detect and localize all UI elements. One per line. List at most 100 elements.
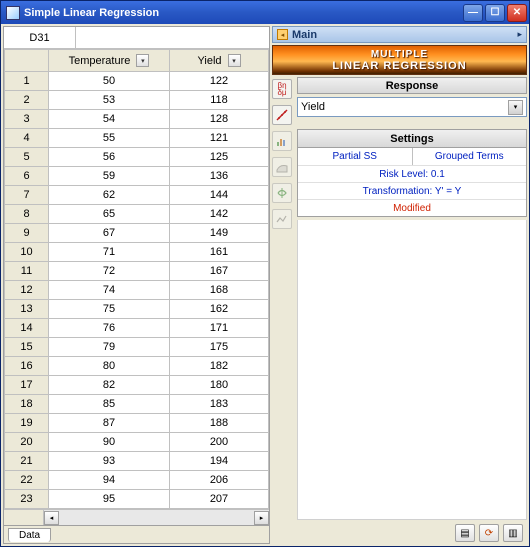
row-header[interactable]: 4 <box>5 129 49 148</box>
table-row[interactable]: 1680182 <box>5 357 269 376</box>
cell-yield[interactable]: 149 <box>170 224 269 243</box>
table-row[interactable]: 1885183 <box>5 395 269 414</box>
column-header-temperature[interactable]: Temperature ▾ <box>49 50 170 72</box>
scroll-right-button[interactable]: ▸ <box>254 511 269 525</box>
cell-temperature[interactable]: 90 <box>49 433 170 452</box>
row-header[interactable]: 6 <box>5 167 49 186</box>
cell-temperature[interactable]: 62 <box>49 186 170 205</box>
table-row[interactable]: 354128 <box>5 110 269 129</box>
cell-yield[interactable]: 183 <box>170 395 269 414</box>
cell-temperature[interactable]: 55 <box>49 129 170 148</box>
cell-temperature[interactable]: 72 <box>49 262 170 281</box>
cell-temperature[interactable]: 54 <box>49 110 170 129</box>
table-row[interactable]: 659136 <box>5 167 269 186</box>
cell-temperature[interactable]: 87 <box>49 414 170 433</box>
cell-temperature[interactable]: 67 <box>49 224 170 243</box>
cell-temperature[interactable]: 80 <box>49 357 170 376</box>
cell-yield[interactable]: 118 <box>170 91 269 110</box>
partial-ss-link[interactable]: Partial SS <box>298 148 412 165</box>
table-row[interactable]: 2193194 <box>5 452 269 471</box>
cell-temperature[interactable]: 65 <box>49 205 170 224</box>
cell-yield[interactable]: 144 <box>170 186 269 205</box>
cell-yield[interactable]: 171 <box>170 319 269 338</box>
cell-yield[interactable]: 180 <box>170 376 269 395</box>
row-header[interactable]: 2 <box>5 91 49 110</box>
cell-temperature[interactable]: 71 <box>49 243 170 262</box>
table-row[interactable]: 1274168 <box>5 281 269 300</box>
chart-tool-icon[interactable] <box>272 131 292 151</box>
formula-bar[interactable] <box>76 27 269 48</box>
cell-temperature[interactable]: 56 <box>49 148 170 167</box>
cell-temperature[interactable]: 85 <box>49 395 170 414</box>
row-header[interactable]: 9 <box>5 224 49 243</box>
risk-level-link[interactable]: Risk Level: 0.1 <box>298 165 526 182</box>
fit-tool-icon[interactable] <box>272 105 292 125</box>
row-header[interactable]: 5 <box>5 148 49 167</box>
cell-yield[interactable]: 207 <box>170 490 269 509</box>
cell-temperature[interactable]: 75 <box>49 300 170 319</box>
row-header[interactable]: 23 <box>5 490 49 509</box>
table-row[interactable]: 1071161 <box>5 243 269 262</box>
row-header[interactable]: 14 <box>5 319 49 338</box>
cell-yield[interactable]: 200 <box>170 433 269 452</box>
row-header[interactable]: 17 <box>5 376 49 395</box>
cell-yield[interactable]: 125 <box>170 148 269 167</box>
table-row[interactable]: 556125 <box>5 148 269 167</box>
notes-button-icon[interactable]: ▥ <box>503 524 523 542</box>
minimize-button[interactable]: — <box>463 4 483 22</box>
filter-dropdown-icon[interactable]: ▾ <box>136 54 149 67</box>
row-header[interactable]: 13 <box>5 300 49 319</box>
row-header[interactable]: 19 <box>5 414 49 433</box>
cell-temperature[interactable]: 59 <box>49 167 170 186</box>
cell-yield[interactable]: 167 <box>170 262 269 281</box>
table-row[interactable]: 2497210 <box>5 509 269 510</box>
cell-temperature[interactable]: 53 <box>49 91 170 110</box>
row-header[interactable]: 24 <box>5 509 49 510</box>
cell-yield[interactable]: 142 <box>170 205 269 224</box>
table-row[interactable]: 455121 <box>5 129 269 148</box>
grouped-terms-link[interactable]: Grouped Terms <box>412 148 527 165</box>
table-row[interactable]: 1172167 <box>5 262 269 281</box>
row-header[interactable]: 20 <box>5 433 49 452</box>
cell-yield[interactable]: 122 <box>170 72 269 91</box>
cell-temperature[interactable]: 50 <box>49 72 170 91</box>
table-row[interactable]: 1579175 <box>5 338 269 357</box>
maximize-button[interactable]: ☐ <box>485 4 505 22</box>
cell-yield[interactable]: 136 <box>170 167 269 186</box>
titlebar[interactable]: Simple Linear Regression — ☐ ✕ <box>1 1 529 24</box>
cell-temperature[interactable]: 97 <box>49 509 170 510</box>
filter-dropdown-icon[interactable]: ▾ <box>228 54 241 67</box>
effects-tool-icon[interactable]: βηδμ <box>272 79 292 99</box>
table-row[interactable]: 865142 <box>5 205 269 224</box>
cell-yield[interactable]: 121 <box>170 129 269 148</box>
row-header[interactable]: 16 <box>5 357 49 376</box>
cell-yield[interactable]: 175 <box>170 338 269 357</box>
table-row[interactable]: 1987188 <box>5 414 269 433</box>
table-row[interactable]: 762144 <box>5 186 269 205</box>
table-row[interactable]: 2294206 <box>5 471 269 490</box>
cell-temperature[interactable]: 93 <box>49 452 170 471</box>
row-header[interactable]: 12 <box>5 281 49 300</box>
row-header[interactable]: 3 <box>5 110 49 129</box>
row-header[interactable]: 11 <box>5 262 49 281</box>
surface-tool-icon[interactable] <box>272 157 292 177</box>
table-row[interactable]: 2395207 <box>5 490 269 509</box>
transformation-link[interactable]: Transformation: Y' = Y <box>298 182 526 199</box>
row-header[interactable]: 21 <box>5 452 49 471</box>
horizontal-scrollbar[interactable]: ◂ ▸ <box>4 509 269 525</box>
cell-yield[interactable]: 182 <box>170 357 269 376</box>
row-header[interactable]: 15 <box>5 338 49 357</box>
sheet-tab-data[interactable]: Data <box>8 528 51 542</box>
scroll-left-button[interactable]: ◂ <box>44 511 59 525</box>
refresh-button-icon[interactable]: ⟳ <box>479 524 499 542</box>
main-panel-header[interactable]: ◂ Main ▸ <box>272 26 527 43</box>
row-header[interactable]: 7 <box>5 186 49 205</box>
cell-temperature[interactable]: 94 <box>49 471 170 490</box>
cell-yield[interactable]: 168 <box>170 281 269 300</box>
cell-temperature[interactable]: 74 <box>49 281 170 300</box>
row-header[interactable]: 22 <box>5 471 49 490</box>
cell-yield[interactable]: 188 <box>170 414 269 433</box>
corner-cell[interactable] <box>5 50 49 72</box>
row-header[interactable]: 8 <box>5 205 49 224</box>
cell-yield[interactable]: 210 <box>170 509 269 510</box>
